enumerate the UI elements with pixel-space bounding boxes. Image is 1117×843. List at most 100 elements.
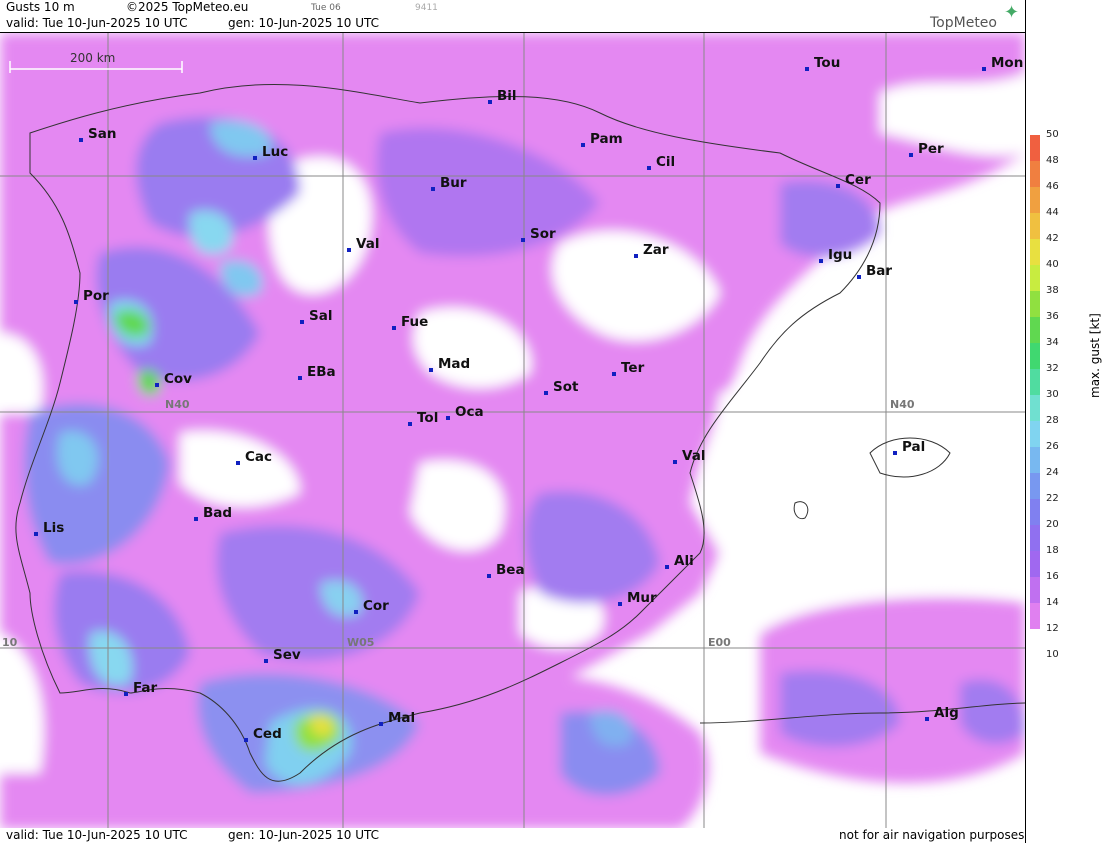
city-eba[interactable]: EBa [298, 365, 336, 380]
city-mad[interactable]: Mad [429, 357, 470, 372]
city-cov[interactable]: Cov [155, 372, 192, 387]
city-marker [298, 376, 302, 380]
city-far[interactable]: Far [124, 681, 157, 696]
legend-tick-label: 22 [1046, 493, 1059, 504]
city-sev[interactable]: Sev [264, 648, 301, 663]
city-marker [79, 138, 83, 142]
legend-swatch [1030, 161, 1040, 187]
legend-tick-label: 28 [1046, 415, 1059, 426]
city-marker [618, 602, 622, 606]
legend-tick-label: 30 [1046, 389, 1059, 400]
copyright: ©2025 TopMeteo.eu [126, 0, 249, 14]
city-oca[interactable]: Oca [446, 405, 484, 420]
city-marker [379, 722, 383, 726]
legend-swatch [1030, 577, 1040, 603]
city-cac[interactable]: Cac [236, 450, 272, 465]
city-ter[interactable]: Ter [612, 361, 644, 376]
gust-map[interactable]: 200 km N40 N40 W05 E00 10 San Luc Bil Pa… [0, 32, 1025, 830]
legend-tick-label: 14 [1046, 597, 1059, 608]
city-marker [488, 100, 492, 104]
legend-swatch [1030, 421, 1040, 447]
city-bil[interactable]: Bil [488, 89, 517, 104]
city-igu[interactable]: Igu [819, 248, 852, 263]
city-marker [244, 738, 248, 742]
city-tol[interactable]: Tol [408, 411, 438, 426]
city-marker [264, 659, 268, 663]
city-bur[interactable]: Bur [431, 176, 467, 191]
city-marker [581, 143, 585, 147]
code: 9411 [415, 3, 438, 13]
city-mal[interactable]: Mal [379, 711, 415, 726]
city-fue[interactable]: Fue [392, 315, 428, 330]
legend-tick-label: 40 [1046, 259, 1059, 270]
city-por[interactable]: Por [74, 289, 109, 304]
legend-tick-label: 42 [1046, 233, 1059, 244]
legend-tick-label: 32 [1046, 363, 1059, 374]
city-per[interactable]: Per [909, 142, 944, 157]
gust-field [0, 33, 1025, 829]
legend-tick-label: 12 [1046, 623, 1059, 634]
city-cer[interactable]: Cer [836, 173, 871, 188]
city-val-valencia[interactable]: Val [673, 449, 705, 464]
city-mon[interactable]: Mon [982, 56, 1023, 71]
grid-label-n40-west: N40 [165, 398, 190, 411]
city-marker [347, 248, 351, 252]
city-san[interactable]: San [79, 127, 116, 142]
city-marker [487, 574, 491, 578]
city-ali[interactable]: Ali [665, 554, 694, 569]
legend-tick-label: 20 [1046, 519, 1059, 530]
legend-swatch [1030, 317, 1040, 343]
legend-swatch [1030, 369, 1040, 395]
city-marker [300, 320, 304, 324]
city-bar[interactable]: Bar [857, 264, 892, 279]
city-ced[interactable]: Ced [244, 727, 282, 742]
city-marker [431, 187, 435, 191]
city-sor[interactable]: Sor [521, 227, 556, 242]
city-marker [392, 326, 396, 330]
city-pal[interactable]: Pal [893, 440, 925, 455]
city-marker [521, 238, 525, 242]
city-val-valladolid[interactable]: Val [347, 237, 379, 252]
city-marker [836, 184, 840, 188]
city-cil[interactable]: Cil [647, 155, 675, 170]
city-marker [74, 300, 78, 304]
city-sal[interactable]: Sal [300, 309, 332, 324]
city-marker [429, 368, 433, 372]
legend-swatch [1030, 239, 1040, 265]
legend-tick-label: 38 [1046, 285, 1059, 296]
map-title: Gusts 10 m [6, 0, 75, 14]
legend-tick-label: 18 [1046, 545, 1059, 556]
city-marker [665, 565, 669, 569]
city-zar[interactable]: Zar [634, 243, 669, 258]
legend-tick-label: 36 [1046, 311, 1059, 322]
city-mur[interactable]: Mur [618, 591, 657, 606]
legend-tick-label: 50 [1046, 129, 1059, 140]
city-tou[interactable]: Tou [805, 56, 840, 71]
legend-tick-label: 46 [1046, 181, 1059, 192]
color-legend: 50 48 46 44 42 40 38 36 34 32 30 28 26 24 22 20 18 16 14 12… [1025, 0, 1117, 843]
city-lis[interactable]: Lis [34, 521, 64, 536]
city-marker [236, 461, 240, 465]
city-marker [124, 692, 128, 696]
city-bea[interactable]: Bea [487, 563, 525, 578]
legend-tick-label: 34 [1046, 337, 1059, 348]
city-marker [354, 610, 358, 614]
city-marker [893, 451, 897, 455]
city-marker [544, 391, 548, 395]
city-luc[interactable]: Luc [253, 145, 288, 160]
city-sot[interactable]: Sot [544, 380, 578, 395]
city-alg[interactable]: Alg [925, 706, 959, 721]
city-bad[interactable]: Bad [194, 506, 232, 521]
legend-tick-label: 44 [1046, 207, 1059, 218]
map-header: Gusts 10 m ©2025 TopMeteo.eu Tue 06 9411… [0, 0, 1025, 32]
legend-swatch [1030, 395, 1040, 421]
legend-swatch [1030, 343, 1040, 369]
footer-valid-time: valid: Tue 10-Jun-2025 10 UTC [6, 828, 188, 842]
legend-swatch [1030, 291, 1040, 317]
city-pam[interactable]: Pam [581, 132, 623, 147]
city-cor[interactable]: Cor [354, 599, 389, 614]
city-marker [909, 153, 913, 157]
grid-label-w10: 10 [2, 636, 18, 649]
legend-tick-label: 16 [1046, 571, 1059, 582]
grid-label-n40-east: N40 [890, 398, 915, 411]
